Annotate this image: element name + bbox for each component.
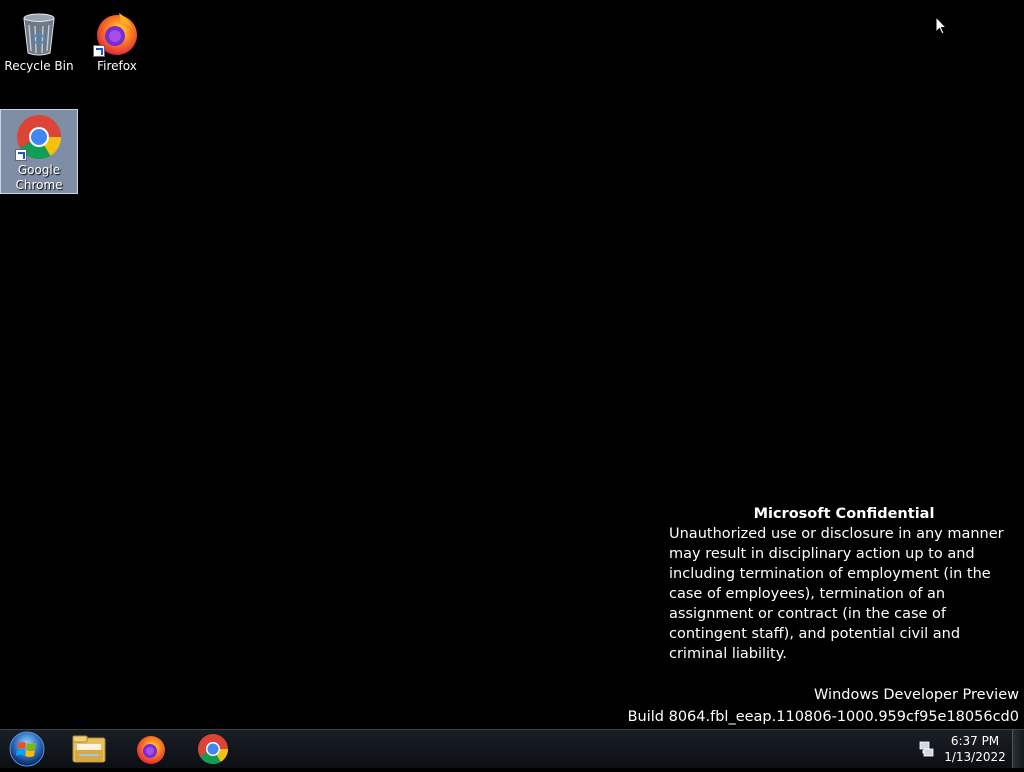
desktop-icon-label: Google Chrome: [15, 163, 63, 192]
desktop[interactable]: Recycle Bin Firefox Google Chrome Micros…: [0, 0, 1024, 729]
chrome-icon: [198, 734, 228, 764]
network-icon[interactable]: [918, 740, 936, 758]
shortcut-arrow-icon: [15, 149, 27, 161]
confidential-heading: Microsoft Confidential: [753, 506, 935, 522]
desktop-icon-label: Recycle Bin: [4, 59, 74, 73]
confidential-notice: Microsoft Confidential Unauthorized use …: [669, 504, 1019, 664]
recycle-bin-icon: [15, 9, 63, 57]
taskbar-clock[interactable]: 6:37 PM 1/13/2022: [944, 733, 1006, 765]
show-desktop-button[interactable]: [1012, 730, 1024, 768]
confidential-body: Unauthorized use or disclosure in any ma…: [669, 526, 1004, 662]
taskbar-explorer-button[interactable]: [65, 732, 113, 766]
taskbar-chrome-button[interactable]: [189, 732, 237, 766]
watermark-build: Build 8064.fbl_eeap.110806-1000.959cf95e…: [627, 709, 1019, 725]
start-button[interactable]: [6, 730, 48, 768]
desktop-icon-label: Firefox: [97, 59, 137, 73]
shortcut-arrow-icon: [93, 45, 105, 57]
taskbar: 6:37 PM 1/13/2022: [0, 729, 1024, 768]
clock-time: 6:37 PM: [950, 734, 1000, 748]
build-watermark: Windows Developer Preview Build 8064.fbl…: [628, 684, 1019, 728]
mouse-cursor-icon: [935, 15, 948, 35]
desktop-icon-google-chrome[interactable]: Google Chrome: [0, 109, 78, 194]
firefox-icon: [137, 736, 165, 764]
chrome-icon: [15, 113, 63, 161]
system-tray: 6:37 PM 1/13/2022: [904, 730, 1024, 768]
clock-date: 1/13/2022: [944, 750, 1006, 764]
folder-icon: [72, 735, 106, 763]
taskbar-firefox-button[interactable]: [127, 732, 175, 766]
watermark-edition: Windows Developer Preview: [814, 687, 1019, 703]
windows-start-icon: [9, 731, 45, 767]
desktop-icon-recycle-bin[interactable]: Recycle Bin: [1, 5, 77, 87]
desktop-icon-firefox[interactable]: Firefox: [79, 5, 155, 87]
firefox-icon: [93, 9, 141, 57]
